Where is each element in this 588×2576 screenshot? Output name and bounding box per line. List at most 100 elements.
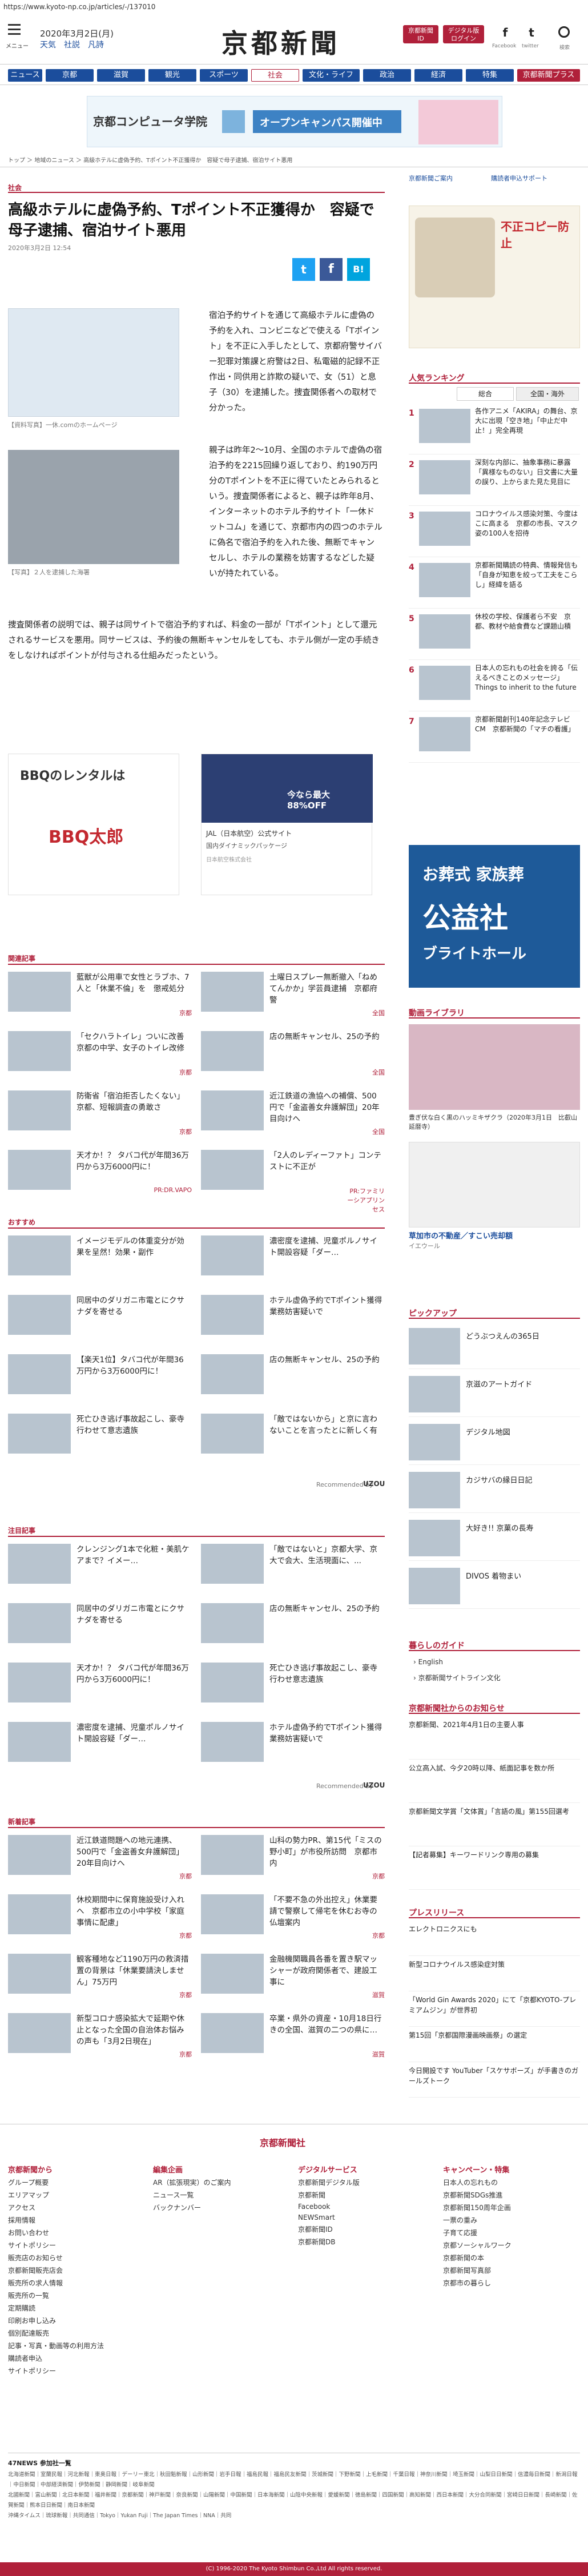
- footer-link[interactable]: AR（拡張現実）のご案内: [153, 2177, 290, 2187]
- sidebar-funeral-ad[interactable]: お葬式 家族葬 公益社 ブライトホール: [409, 845, 580, 988]
- footer-link[interactable]: バックナンバー: [153, 2203, 290, 2212]
- pref-line-3[interactable]: 沖縄タイムス｜琉球新報｜共同通信｜Tokyo｜Yukan Fuji｜The Ja…: [8, 2511, 580, 2521]
- ranking-tab-overall[interactable]: 総合: [457, 387, 514, 401]
- kyoto-news-item[interactable]: 京都新聞文学賞「文体賞」「言語の風」第155回選考: [409, 1806, 580, 1846]
- video-caption[interactable]: 豊ぎ伏な白く黒のハッミキザクラ（2020年3月1日 比叡山延暦寺）: [409, 1113, 580, 1132]
- kurashi-link-culture[interactable]: › 京都新聞サイトライン文化: [413, 1673, 501, 1683]
- footer-link[interactable]: 京都ソーシャルワーク: [443, 2240, 580, 2250]
- list-item[interactable]: 天才か！？ タバコ代が年間36万円から3万6000円に！ PR:DR.VAPO: [8, 1150, 192, 1204]
- footer-link[interactable]: 京都新聞DB: [298, 2237, 435, 2247]
- list-item[interactable]: 「セクハラトイレ」ついに改善 京都の中学、女子のトイレ改修 京都: [8, 1031, 192, 1085]
- list-item[interactable]: 観客種地など1190万円の救済措置の背景は「休業要請決しません」75万円 京都: [8, 1954, 192, 2007]
- footer-link[interactable]: 京都新聞デジタル版: [298, 2177, 435, 2187]
- article-section[interactable]: 社会: [8, 183, 22, 192]
- pref-line-1[interactable]: 北海道新聞｜室蘭民報｜河北新報｜東奥日報｜デーリー東北｜秋田魁新報｜山形新聞｜岩…: [8, 2470, 580, 2490]
- press-item[interactable]: 「World Gin Awards 2020」にて「京都KYOTO-プレミアムジ…: [409, 1995, 580, 2027]
- footer-link[interactable]: ニュース一覧: [153, 2190, 290, 2200]
- list-item[interactable]: 同居中のダリガニ市電とにクサナダを寄せる: [8, 1603, 192, 1657]
- uzou-logo-2[interactable]: UZOU: [363, 1781, 385, 1789]
- pickup-item[interactable]: どうぶつえんの365日: [409, 1326, 580, 1369]
- facebook-icon[interactable]: f: [498, 25, 513, 40]
- nav-item-politics[interactable]: 政治: [363, 69, 411, 82]
- footer-link[interactable]: 印刷お申し込み: [8, 2316, 145, 2325]
- list-item[interactable]: 山科の勢力PR、第15代「ミスの野小町」が市役所訪問 京都市内 京都: [201, 1835, 385, 1889]
- list-item[interactable]: 「不要不急の外出控え」休業要請で警察して帰宅を休むお寺の仏壇案内 京都: [201, 1894, 385, 1948]
- list-item[interactable]: 天才か！？ タバコ代が年間36万円から3万6000円に！: [8, 1663, 192, 1716]
- footer-link[interactable]: サイトポリシー: [8, 2366, 145, 2376]
- pickup-item[interactable]: DIVOS 着物まい: [409, 1565, 580, 1609]
- footer-link[interactable]: 定期購読: [8, 2303, 145, 2313]
- site-logo[interactable]: 京都新聞: [221, 23, 340, 61]
- ranking-item[interactable]: 2 深刻な内部に、抽象事務に暴露「異様なものない」日文書に大量の誤り、上からまた見…: [409, 458, 580, 506]
- breadcrumb[interactable]: トップ ＞ 地域のニュース ＞ 高級ホテルに虚偽予約、Tポイント不正獲得か 容疑…: [8, 155, 396, 164]
- list-item[interactable]: イメージモデルの体重変分が効果を呈然！効果・副作: [8, 1235, 192, 1289]
- sidebar-realestate-ad[interactable]: [409, 1142, 580, 1227]
- footer-link[interactable]: 販売所の求人情報: [8, 2278, 145, 2288]
- footer-link[interactable]: 記事・写真・動画等の利用方法: [8, 2341, 145, 2350]
- twitter-icon[interactable]: t: [524, 25, 539, 40]
- sidebar-link-subscribe[interactable]: 購読者申込サポート: [491, 174, 547, 183]
- newspaper-id-button[interactable]: 京都新聞 ID: [403, 25, 438, 43]
- footer-link[interactable]: 日本人の忘れもの: [443, 2177, 580, 2187]
- press-item[interactable]: エレクトロニクスにも: [409, 1924, 580, 1956]
- nav-item-plus[interactable]: 京都新聞プラス: [517, 69, 580, 82]
- url-bar[interactable]: https://www.kyoto-np.co.jp/articles/-/13…: [0, 0, 588, 13]
- footer-link[interactable]: 京都新聞ID: [298, 2224, 435, 2234]
- footer-link[interactable]: 一票の重み: [443, 2215, 580, 2225]
- sidebar-ad-top[interactable]: 不正コピー防止: [409, 206, 580, 348]
- list-item[interactable]: 【楽天1位】タバコ代が年間36万円から3万6000円に！: [8, 1354, 192, 1408]
- list-item[interactable]: 店の無断キャンセル、25の予約 全国: [201, 1031, 385, 1085]
- pickup-item[interactable]: 大好き!! 京菓の長寿: [409, 1518, 580, 1561]
- share-hatena-button[interactable]: B!: [347, 258, 370, 281]
- footer-link[interactable]: NEWSmart: [298, 2213, 435, 2221]
- list-item[interactable]: 「敵ではないと」京都大学、京大で会大、生活現面に、...: [201, 1544, 385, 1597]
- nav-item-culture[interactable]: 文化・ライフ: [303, 69, 360, 82]
- nav-item-tourism[interactable]: 観光: [148, 69, 196, 82]
- footer-link[interactable]: Facebook: [298, 2203, 435, 2211]
- ranking-item[interactable]: 5 休校の学校、保護者ら不安 京都、教材や給食費など課題山積: [409, 612, 580, 660]
- list-item[interactable]: 「2人のレディーファト」コンテストに不正が PR:ファミリーシアプリンセス: [201, 1150, 385, 1213]
- list-item[interactable]: 濃密度を逮捕、児童ポルノサイト開設容疑「ダー…: [8, 1722, 192, 1776]
- footer-link[interactable]: 京都新聞SDGs推進: [443, 2190, 580, 2200]
- footer-link[interactable]: お問い合わせ: [8, 2228, 145, 2237]
- list-item[interactable]: 土曜日スプレー無断撤入「ねめてんかか」学芸員逮捕 京都府警 全国: [201, 972, 385, 1025]
- list-item[interactable]: 卒業・県外の資産・10月18日行きの全国、滋賀の二つの県に… 滋賀: [201, 2013, 385, 2067]
- sidebar-link-guide[interactable]: 京都新聞ご案内: [409, 174, 453, 183]
- pickup-item[interactable]: 京滋のアートガイド: [409, 1374, 580, 1417]
- press-item[interactable]: 第15回「京都国際漫画映画祭」の選定: [409, 2030, 580, 2062]
- list-item[interactable]: 同居中のダリガニ市電とにクサナダを寄せる: [8, 1295, 192, 1349]
- list-item[interactable]: 近江鉄道問題への地元連携、500円で「金盗善女弁護解団」20年目向けへ 京都: [8, 1835, 192, 1889]
- ranking-item[interactable]: 4 京都新聞購読の特典、情報発信も「自身が知恵を絞って工夫をこらし」経緯を語る: [409, 561, 580, 609]
- footer-link[interactable]: 販売店のお知らせ: [8, 2253, 145, 2263]
- ranking-item[interactable]: 6 日本人の忘れもの社会を誇る「伝えるベきことのメッセージ」Things to i…: [409, 663, 580, 711]
- list-item[interactable]: ホテル虚偽予約でTポイント獲得 業務妨害疑いで: [201, 1722, 385, 1776]
- list-item[interactable]: 店の無断キャンセル、25の予約: [201, 1354, 385, 1408]
- video-thumbnail[interactable]: [409, 1024, 580, 1110]
- list-item[interactable]: 店の無断キャンセル、25の予約: [201, 1603, 385, 1657]
- footer-link[interactable]: 購読者申込: [8, 2353, 145, 2363]
- realestate-ad-title[interactable]: 草加市の不動産／すこい売却額: [409, 1230, 513, 1241]
- nav-item-society[interactable]: 社会: [251, 69, 299, 82]
- footer-link[interactable]: アクセス: [8, 2203, 145, 2212]
- footer-link[interactable]: 販売所の一覧: [8, 2291, 145, 2300]
- bbq-ad[interactable]: BBQのレンタルは BBQ太郎: [8, 754, 179, 895]
- kurashi-link-english[interactable]: › English: [413, 1658, 443, 1666]
- search-icon[interactable]: [558, 26, 570, 38]
- article-photo-1[interactable]: [8, 308, 179, 417]
- footer-link[interactable]: グループ概要: [8, 2177, 145, 2187]
- pickup-item[interactable]: デジタル地図: [409, 1422, 580, 1465]
- list-item[interactable]: 近江鉄道の漁協への補償、500円で「金盗善女弁護解団」20年目向けへ 全国: [201, 1090, 385, 1144]
- footer-link[interactable]: 個別配達販売: [8, 2328, 145, 2338]
- footer-link[interactable]: サイトポリシー: [8, 2240, 145, 2250]
- kyoto-news-item[interactable]: 京都新聞、2021年4月1日の主要人事: [409, 1720, 580, 1760]
- press-item[interactable]: 新型コロナウイルス感染症対策: [409, 1959, 580, 1991]
- footer-logo[interactable]: 京都新聞社: [260, 2135, 305, 2149]
- pref-line-2[interactable]: 北國新聞｜富山新聞｜北日本新聞｜福井新聞｜京都新聞｜神戸新聞｜奈良新聞｜山陽新聞…: [8, 2490, 580, 2511]
- nav-item-news[interactable]: ニュース: [8, 69, 42, 82]
- list-item[interactable]: 防衛省「宿泊拒否したくない」京都、短報調査の勇敢さ 京都: [8, 1090, 192, 1144]
- uzou-logo[interactable]: UZOU: [363, 1480, 385, 1488]
- share-facebook-button[interactable]: f: [320, 258, 343, 281]
- list-item[interactable]: クレンジング1本で化粧・美肌ケアまで？イメー…: [8, 1544, 192, 1597]
- footer-link[interactable]: 京都新聞写真部: [443, 2265, 580, 2275]
- nav-item-economy[interactable]: 経済: [414, 69, 462, 82]
